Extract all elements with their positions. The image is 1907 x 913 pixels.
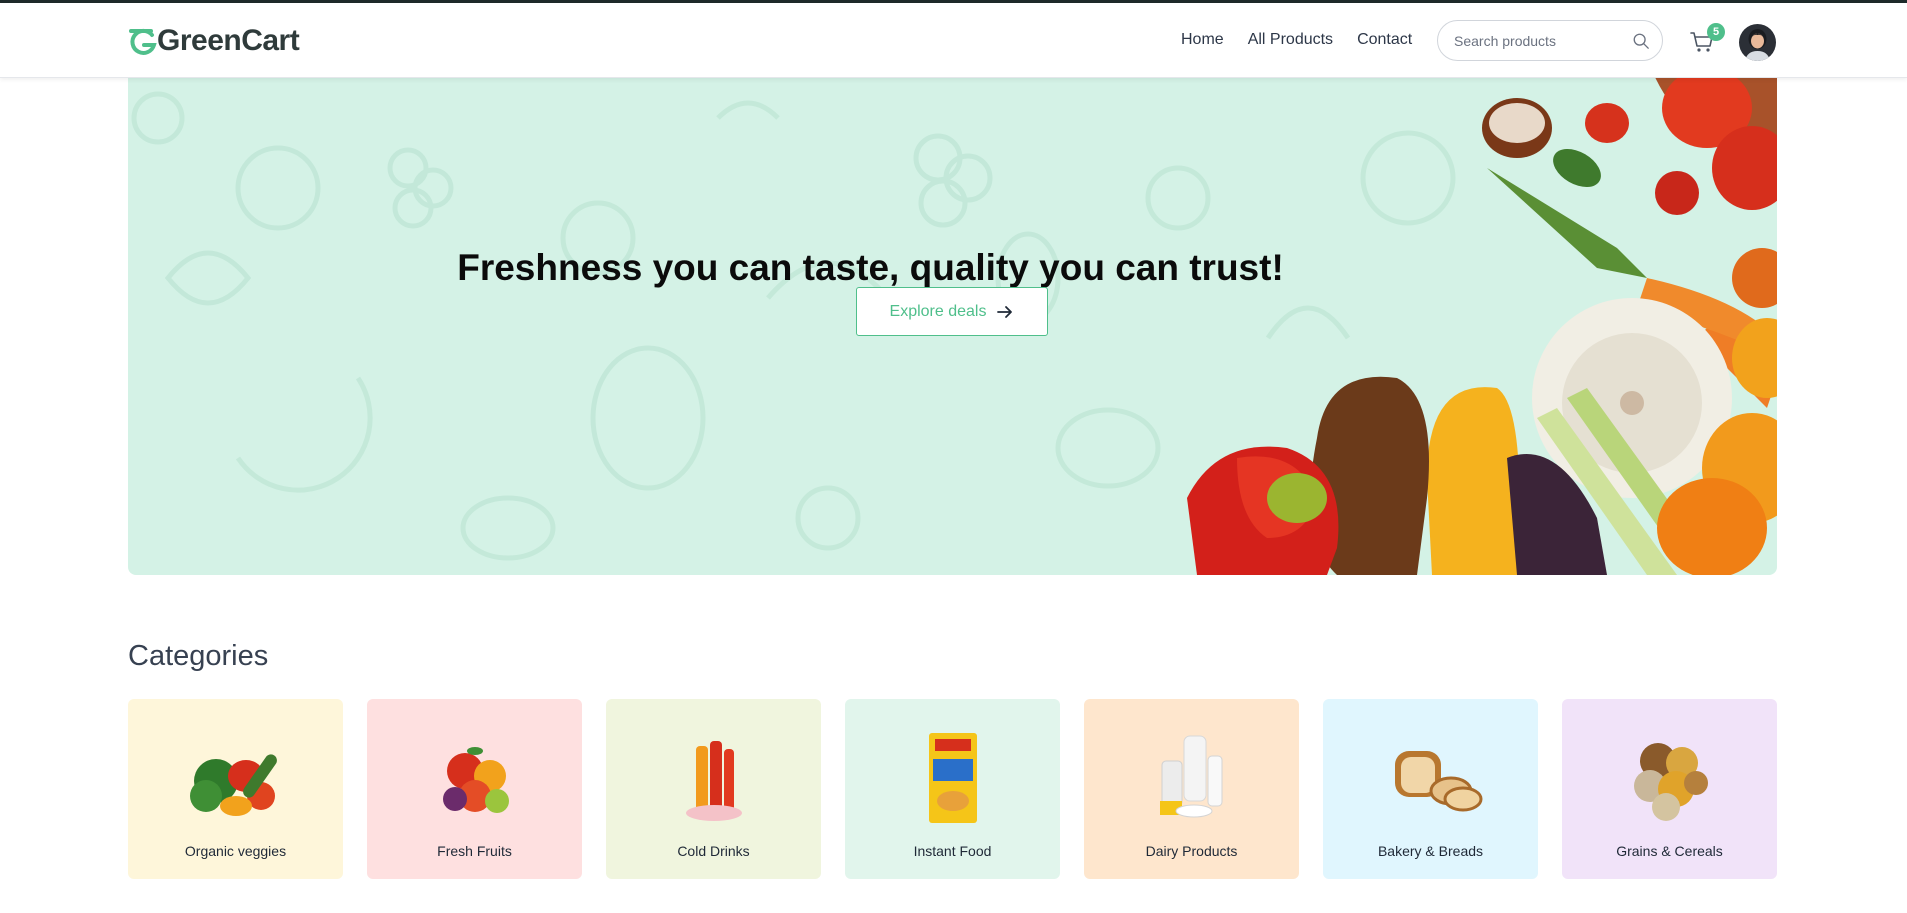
category-label: Dairy Products — [1145, 843, 1238, 859]
categories-heading: Categories — [128, 640, 269, 672]
explore-deals-button[interactable]: Explore deals — [856, 287, 1048, 336]
search-box — [1437, 20, 1663, 61]
explore-deals-label: Explore deals — [889, 302, 987, 320]
search-icon[interactable] — [1632, 32, 1650, 50]
categories-list: Organic veggies Fresh Fruits Cold Drinks — [128, 699, 1777, 879]
category-card-organic-veggies[interactable]: Organic veggies — [128, 699, 343, 879]
category-card-bakery-breads[interactable]: Bakery & Breads — [1323, 699, 1538, 879]
search-input[interactable] — [1452, 31, 1636, 50]
category-label: Grains & Cereals — [1616, 843, 1723, 859]
navbar: GreenCart Home All Products Contact 5 — [0, 3, 1907, 78]
category-card-grains-cereals[interactable]: Grains & Cereals — [1562, 699, 1777, 879]
category-card-cold-drinks[interactable]: Cold Drinks — [606, 699, 821, 879]
bread-image — [1394, 751, 1482, 812]
instant-food-image — [928, 733, 977, 823]
hero-vegetables-image — [1187, 78, 1777, 575]
brand-name: GreenCart — [157, 24, 300, 57]
grains-image — [1633, 743, 1708, 821]
category-card-fresh-fruits[interactable]: Fresh Fruits — [367, 699, 582, 879]
veggies-image — [189, 754, 277, 816]
main-nav: Home All Products Contact — [1181, 31, 1412, 49]
drinks-image — [685, 741, 742, 821]
cart-count-badge: 5 — [1707, 23, 1725, 41]
brand-logo[interactable]: GreenCart — [127, 23, 300, 59]
category-label: Bakery & Breads — [1377, 843, 1484, 859]
hero-title: Freshness you can taste, quality you can… — [457, 246, 1284, 288]
fruits-image — [442, 747, 509, 813]
dairy-image — [1159, 735, 1222, 818]
nav-home[interactable]: Home — [1181, 31, 1224, 49]
category-card-instant-food[interactable]: Instant Food — [845, 699, 1060, 879]
nav-all-products[interactable]: All Products — [1248, 31, 1333, 49]
user-avatar[interactable] — [1739, 24, 1776, 61]
nav-contact[interactable]: Contact — [1357, 31, 1412, 49]
category-label: Cold Drinks — [677, 843, 750, 859]
arrow-right-icon — [997, 305, 1013, 318]
category-label: Fresh Fruits — [437, 843, 512, 859]
hero-banner: Freshness you can taste, quality you can… — [128, 78, 1777, 575]
category-label: Organic veggies — [184, 843, 287, 859]
category-card-dairy-products[interactable]: Dairy Products — [1084, 699, 1299, 879]
avatar-icon — [1739, 24, 1776, 61]
logo-icon — [129, 28, 157, 55]
category-label: Instant Food — [913, 843, 992, 859]
